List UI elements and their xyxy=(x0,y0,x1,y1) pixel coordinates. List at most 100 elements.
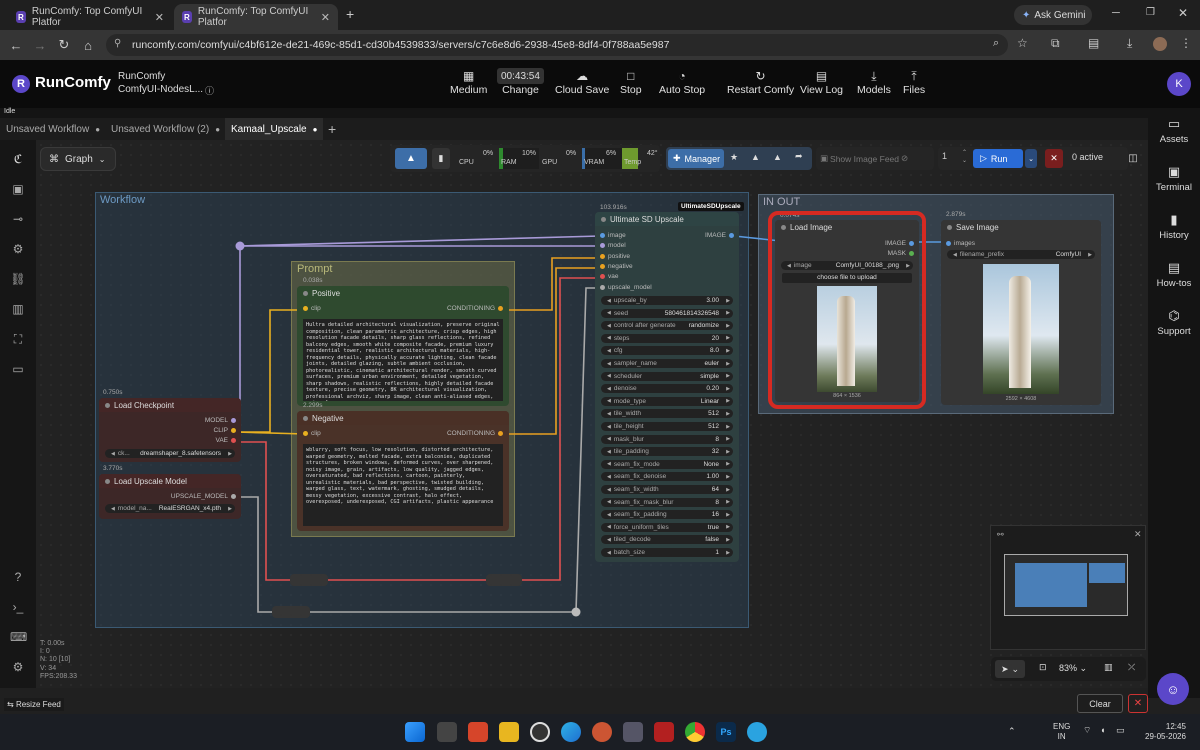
workflow-share-icon-2[interactable]: ▲ xyxy=(773,152,782,162)
tab-unsaved-workflow-2[interactable]: Unsaved Workflow (2) ● xyxy=(105,118,226,140)
extensions-icon[interactable]: ⧉ xyxy=(1051,36,1060,51)
usd-widget-tile-height[interactable]: tile_height 512 xyxy=(601,422,733,431)
support-button[interactable]: ⌬ Support xyxy=(1148,308,1200,337)
app-icon-cube[interactable] xyxy=(623,722,643,742)
chrome-icon[interactable] xyxy=(685,722,705,742)
usd-input-slot[interactable]: model xyxy=(600,242,626,249)
media-controls-icon[interactable]: ▤ xyxy=(1088,36,1099,50)
model-name-widget[interactable]: model_na... RealESRGAN_x4.pth xyxy=(105,504,235,513)
ask-gemini-button[interactable]: ✦ Ask Gemini xyxy=(1014,5,1092,25)
keyboard-icon[interactable]: ⌨ xyxy=(10,630,27,646)
tab-kamaal-upscale[interactable]: Kamaal_Upscale ● xyxy=(225,118,324,140)
models-library-icon[interactable]: ⛓ xyxy=(10,272,26,288)
site-info-icon[interactable]: ⚲ xyxy=(114,38,121,49)
upscale-model-output-slot[interactable]: UPSCALE_MODEL xyxy=(171,493,236,500)
chatgpt-icon[interactable] xyxy=(530,722,550,742)
link-visibility-icon[interactable]: ⤫ xyxy=(1128,662,1135,673)
browser-tab[interactable]: R RunComfy: Top ComfyUI Platfor ✕ xyxy=(8,4,172,30)
image-output-slot[interactable]: IMAGE xyxy=(705,232,734,239)
menu-kebab-icon[interactable]: ⋮ xyxy=(1180,36,1192,50)
usd-widget-sampler-name[interactable]: sampler_name euler xyxy=(601,359,733,368)
file-explorer-icon[interactable] xyxy=(499,722,519,742)
vae-output-slot[interactable]: VAE xyxy=(215,437,236,444)
images-input-slot[interactable]: images xyxy=(946,240,975,247)
wifi-icon[interactable]: ⌔ xyxy=(1083,725,1091,736)
minimap-panel[interactable]: ⚯ ✕ xyxy=(990,525,1146,650)
window-close-icon[interactable]: ✕ xyxy=(1178,6,1188,20)
filename-prefix-widget[interactable]: filename_prefix ComfyUI xyxy=(947,250,1095,259)
reroute-node[interactable] xyxy=(486,574,522,586)
terminal-button[interactable]: ▣ Terminal xyxy=(1148,164,1200,193)
models-button[interactable]: ⤓ Models xyxy=(857,68,891,97)
reroute-node[interactable] xyxy=(272,606,310,618)
templates-icon[interactable]: ⛶ xyxy=(10,332,26,348)
usd-widget-seam-fix-mask-blur[interactable]: seam_fix_mask_blur 8 xyxy=(601,497,733,507)
run-options-chevron-icon[interactable]: ⌄ xyxy=(1025,149,1037,168)
photoshop-icon[interactable]: Ps xyxy=(716,722,736,742)
volume-icon[interactable]: ◖ xyxy=(1100,725,1105,735)
usd-widget-force-uniform-tiles[interactable]: force_uniform_tiles true xyxy=(601,522,733,532)
minimap-close-icon[interactable]: ✕ xyxy=(1134,529,1142,540)
queue-stepper[interactable]: ⌃ ⌄ xyxy=(962,149,967,165)
how-tos-button[interactable]: ▤ How-tos xyxy=(1148,260,1200,289)
clear-button[interactable]: Clear xyxy=(1077,694,1123,713)
usd-widget-seam-fix-width[interactable]: seam_fix_width 64 xyxy=(601,485,733,494)
windows-start-icon[interactable] xyxy=(405,722,425,742)
usd-widget-seam-fix-mode[interactable]: seam_fix_mode None xyxy=(601,459,733,469)
settings-gear-icon[interactable]: ⚙ xyxy=(10,660,26,676)
usd-widget-tile-padding[interactable]: tile_padding 32 xyxy=(601,447,733,457)
usd-widget-denoise[interactable]: denoise 0.20 xyxy=(601,384,733,394)
share-arrow-icon[interactable]: ➦ xyxy=(795,151,803,162)
usd-widget-scheduler[interactable]: scheduler simple xyxy=(601,371,733,381)
restart-comfy-button[interactable]: ↻ Restart Comfy xyxy=(727,68,794,96)
usd-widget-seed[interactable]: seed 580461814326548 xyxy=(601,308,733,318)
forward-arrow-icon[interactable]: → xyxy=(28,33,52,57)
bookmark-icon[interactable]: ▮ xyxy=(432,148,450,169)
task-view-icon[interactable] xyxy=(437,722,457,742)
assets-button[interactable]: ▭ Assets xyxy=(1148,116,1200,145)
close-feed-icon[interactable]: ✕ xyxy=(1128,694,1148,713)
zoom-search-icon[interactable]: ⌕ xyxy=(993,37,999,50)
info-icon[interactable]: ⓘ xyxy=(205,84,214,97)
negative-prompt-node[interactable]: Negative clip CONDITIONING wblurry, soft… xyxy=(297,411,509,531)
console-icon[interactable]: ›_ xyxy=(10,600,26,616)
history-button[interactable]: ▮ History xyxy=(1148,212,1200,241)
conditioning-output-slot[interactable]: CONDITIONING xyxy=(447,430,503,437)
usd-input-slot[interactable]: negative xyxy=(600,263,633,270)
clip-input-slot[interactable]: clip xyxy=(303,430,321,437)
battery-icon[interactable]: ▭ xyxy=(1116,725,1125,736)
node-library-icon[interactable]: ⚙ xyxy=(10,242,26,258)
ultimate-sd-upscale-node[interactable]: Ultimate SD Upscale IMAGE image model posi… xyxy=(595,212,739,562)
new-tab-icon[interactable]: + xyxy=(346,6,354,22)
edge-icon[interactable] xyxy=(561,722,581,742)
ckpt-name-widget[interactable]: ck... dreamshaper_8.safetensors xyxy=(105,449,235,458)
machine-medium-button[interactable]: ▦ Medium xyxy=(450,68,487,96)
reload-icon[interactable]: ↻ xyxy=(52,33,76,57)
graph-mode-dropdown[interactable]: ⌘ Graph ⌄ xyxy=(40,147,116,171)
load-checkpoint-node[interactable]: Load Checkpoint MODEL CLIP VAE ck... drea… xyxy=(99,398,241,462)
star-icon[interactable]: ★ xyxy=(730,152,738,163)
help-icon[interactable]: ? xyxy=(10,570,26,586)
minimap-viewport[interactable] xyxy=(1004,554,1128,616)
usd-widget-batch-size[interactable]: batch_size 1 xyxy=(601,548,733,557)
toggle-panel-icon[interactable]: ◫ xyxy=(1123,149,1143,168)
download-icon[interactable]: ⤓ xyxy=(1127,36,1132,51)
minimap-toggle-icon[interactable]: ▥ xyxy=(1104,662,1113,673)
clip-input-slot[interactable]: clip xyxy=(303,305,321,312)
telegram-icon[interactable] xyxy=(747,722,767,742)
workflow-share-icon[interactable]: ▲ xyxy=(751,152,760,162)
change-button[interactable]: 00:43:54 Change xyxy=(497,68,544,96)
crystools-logo-icon[interactable]: ▲ xyxy=(395,148,427,169)
negative-prompt-textarea[interactable]: wblurry, soft focus, low resolution, dis… xyxy=(303,444,503,526)
auto-stop-button[interactable]: ◔ Auto Stop xyxy=(659,68,705,96)
user-avatar[interactable]: K xyxy=(1167,72,1191,96)
workflows-icon[interactable]: ▥ xyxy=(10,302,26,318)
home-icon[interactable]: ⌂ xyxy=(76,33,100,57)
app-icon-red[interactable] xyxy=(468,722,488,742)
usd-input-slot[interactable]: upscale_model xyxy=(600,284,652,291)
files-button[interactable]: ⤒ Files xyxy=(903,68,925,97)
usd-widget-steps[interactable]: steps 20 xyxy=(601,333,733,343)
usd-widget-mask-blur[interactable]: mask_blur 8 xyxy=(601,434,733,444)
save-image-node[interactable]: Save Image images filename_prefix ComfyUI… xyxy=(941,220,1101,405)
images-icon[interactable]: ▣ xyxy=(10,182,26,198)
